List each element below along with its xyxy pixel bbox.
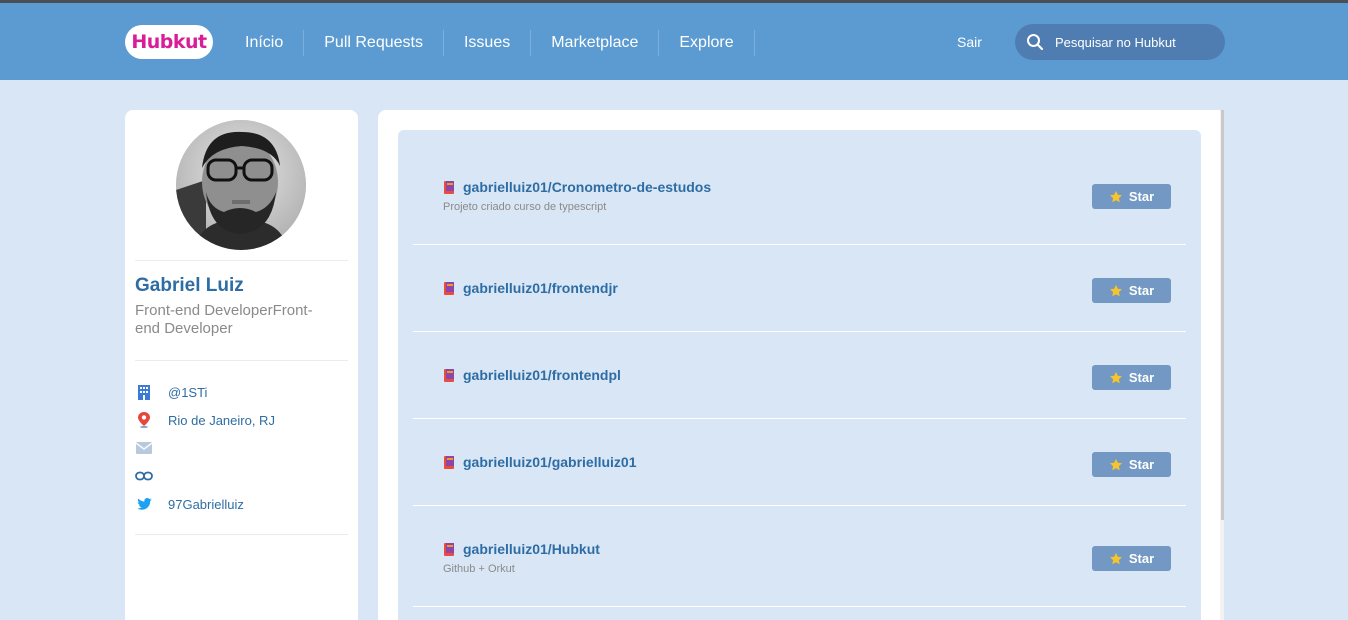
profile-email bbox=[135, 438, 168, 458]
list-item: gabrielluiz01/frontendpl Star bbox=[413, 332, 1186, 419]
repo-book-icon bbox=[444, 455, 454, 469]
repo-title: gabrielluiz01/Hubkut bbox=[443, 541, 600, 557]
profile-bio: Front-end DeveloperFront-end Developer bbox=[135, 302, 313, 337]
hubkut-logo[interactable]: Hubkut bbox=[125, 25, 213, 59]
location-text: Rio de Janeiro, RJ bbox=[168, 412, 275, 428]
twitter-text[interactable]: 97Gabrielluiz bbox=[168, 497, 244, 512]
star-button[interactable]: Star bbox=[1092, 452, 1171, 477]
repo-link[interactable]: gabrielluiz01/Hubkut bbox=[463, 541, 600, 557]
company-text: @1STi bbox=[168, 384, 208, 400]
location-pin-icon bbox=[135, 411, 153, 429]
repo-book-icon bbox=[444, 542, 454, 556]
star-icon bbox=[1109, 458, 1122, 470]
star-icon bbox=[1109, 552, 1122, 564]
repo-title: gabrielluiz01/frontendpl bbox=[443, 367, 621, 383]
star-button[interactable]: Star bbox=[1092, 278, 1171, 303]
building-icon bbox=[135, 383, 153, 401]
nav-explore[interactable]: Explore bbox=[659, 30, 755, 56]
star-icon bbox=[1109, 190, 1122, 202]
list-item: gabrielluiz01/Hubkut Github + Orkut Star bbox=[413, 506, 1186, 607]
profile-name[interactable]: Gabriel Luiz bbox=[135, 275, 244, 297]
search-icon bbox=[1027, 34, 1044, 51]
divider bbox=[413, 606, 1186, 607]
divider bbox=[135, 360, 348, 361]
avatar-photo bbox=[176, 120, 306, 250]
divider bbox=[135, 534, 348, 535]
twitter-icon bbox=[135, 495, 153, 513]
star-label: Star bbox=[1128, 457, 1155, 472]
star-icon bbox=[1109, 284, 1122, 296]
repo-book-icon bbox=[444, 368, 454, 382]
star-icon bbox=[1109, 371, 1122, 383]
search-input[interactable] bbox=[1055, 32, 1215, 52]
nav-issues[interactable]: Issues bbox=[444, 30, 532, 56]
list-item: gabrielluiz01/frontendjr Star bbox=[413, 245, 1186, 332]
repo-link[interactable]: gabrielluiz01/frontendjr bbox=[463, 280, 618, 296]
avatar[interactable] bbox=[176, 120, 306, 250]
logout-link[interactable]: Sair bbox=[957, 34, 982, 50]
profile-sidebar: Gabriel Luiz Front-end DeveloperFront-en… bbox=[125, 110, 358, 620]
mail-icon bbox=[135, 439, 153, 457]
repo-description: Projeto criado curso de typescript bbox=[443, 201, 607, 213]
list-item: gabrielluiz01/Cronometro-de-estudos Proj… bbox=[413, 130, 1186, 245]
nav-inicio[interactable]: Início bbox=[225, 30, 305, 56]
repo-description: Github + Orkut bbox=[443, 563, 515, 575]
top-header: Hubkut Início Pull Requests Issues Marke… bbox=[0, 3, 1348, 80]
search-box[interactable] bbox=[1015, 24, 1225, 60]
star-label: Star bbox=[1128, 283, 1155, 298]
profile-website bbox=[135, 466, 168, 486]
star-button[interactable]: Star bbox=[1092, 184, 1171, 209]
repo-link[interactable]: gabrielluiz01/gabrielluiz01 bbox=[463, 454, 637, 470]
star-label: Star bbox=[1128, 370, 1155, 385]
list-item: gabrielluiz01/gabrielluiz01 Star bbox=[413, 419, 1186, 506]
repo-link[interactable]: gabrielluiz01/frontendpl bbox=[463, 367, 621, 383]
star-label: Star bbox=[1128, 189, 1155, 204]
repo-title: gabrielluiz01/Cronometro-de-estudos bbox=[443, 179, 711, 195]
repo-book-icon bbox=[444, 281, 454, 295]
link-icon bbox=[135, 467, 153, 485]
divider bbox=[135, 260, 348, 261]
repo-book-icon bbox=[444, 180, 454, 194]
profile-location: Rio de Janeiro, RJ bbox=[135, 410, 275, 430]
repo-title: gabrielluiz01/gabrielluiz01 bbox=[443, 454, 637, 470]
scrollbar-thumb[interactable] bbox=[1221, 110, 1224, 520]
profile-twitter: 97Gabrielluiz bbox=[135, 494, 244, 514]
star-button[interactable]: Star bbox=[1092, 365, 1171, 390]
repository-list: gabrielluiz01/Cronometro-de-estudos Proj… bbox=[398, 130, 1201, 620]
main-nav: Início Pull Requests Issues Marketplace … bbox=[225, 30, 755, 56]
profile-company: @1STi bbox=[135, 382, 207, 402]
repo-link[interactable]: gabrielluiz01/Cronometro-de-estudos bbox=[463, 179, 711, 195]
repo-title: gabrielluiz01/frontendjr bbox=[443, 280, 618, 296]
star-button[interactable]: Star bbox=[1092, 546, 1171, 571]
nav-pull-requests[interactable]: Pull Requests bbox=[304, 30, 444, 56]
nav-marketplace[interactable]: Marketplace bbox=[531, 30, 660, 56]
star-label: Star bbox=[1128, 551, 1155, 566]
